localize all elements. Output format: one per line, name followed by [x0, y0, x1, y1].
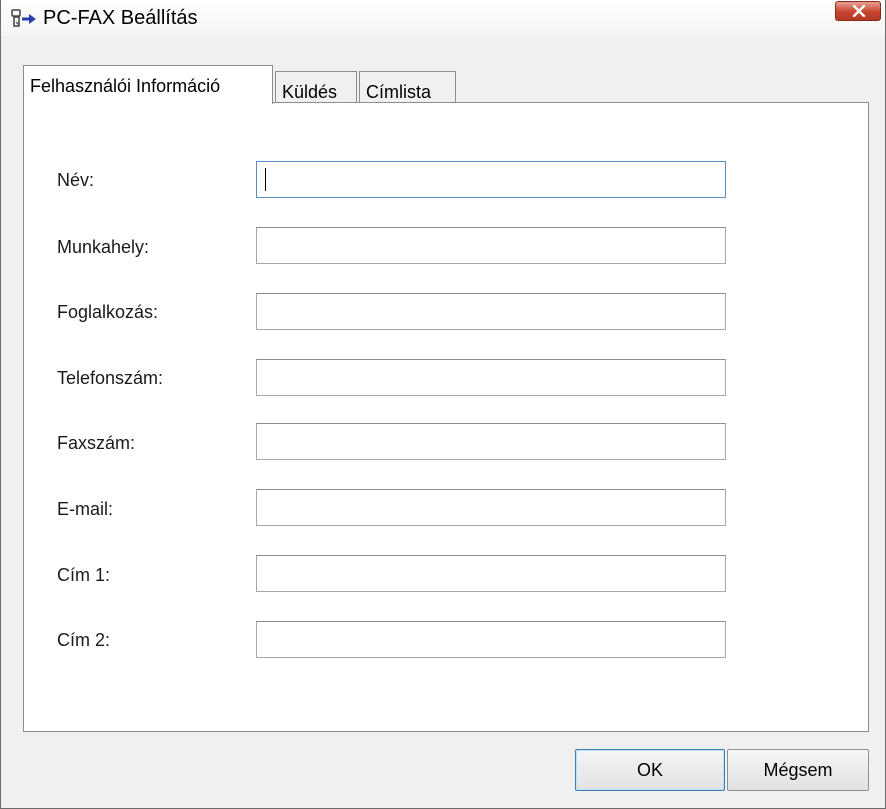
address1-label: Cím 1:: [57, 565, 111, 585]
workplace-field[interactable]: [256, 227, 726, 264]
pc-fax-icon: [10, 8, 38, 30]
email-field[interactable]: [256, 489, 726, 526]
occupation-field[interactable]: [256, 293, 726, 330]
address1-field[interactable]: [256, 555, 726, 592]
tab-label: Felhasználói Információ: [30, 76, 221, 96]
tab-user-info[interactable]: Felhasználói Információ: [23, 65, 273, 104]
tab-label: Címlista: [366, 82, 432, 102]
text-caret: [265, 168, 266, 191]
occupation-label: Foglalkozás:: [57, 302, 159, 322]
window-title: PC-FAX Beállítás: [43, 7, 198, 29]
phone-field[interactable]: [256, 359, 726, 396]
name-label: Név:: [57, 170, 95, 190]
address2-label: Cím 2:: [57, 630, 111, 650]
workplace-label: Munkahely:: [57, 237, 150, 257]
name-field[interactable]: [256, 161, 726, 198]
email-label: E-mail:: [57, 499, 114, 519]
ok-button[interactable]: OK: [575, 749, 725, 791]
address2-field[interactable]: [256, 621, 726, 658]
phone-label: Telefonszám:: [57, 368, 164, 388]
close-icon: [852, 5, 866, 17]
fax-label: Faxszám:: [57, 433, 136, 453]
title-bar[interactable]: PC-FAX Beállítás: [1, 0, 885, 36]
user-info-panel: Név: Munkahely: Foglalkozás: Telefonszám…: [23, 102, 869, 732]
pc-fax-settings-window: PC-FAX Beállítás Felhasználói Információ…: [0, 0, 886, 809]
tab-label: Küldés: [282, 82, 338, 102]
tab-send[interactable]: Küldés: [275, 71, 357, 103]
cancel-button[interactable]: Mégsem: [727, 749, 869, 791]
fax-field[interactable]: [256, 423, 726, 460]
tab-address-book[interactable]: Címlista: [359, 71, 456, 103]
close-button[interactable]: [835, 1, 881, 21]
